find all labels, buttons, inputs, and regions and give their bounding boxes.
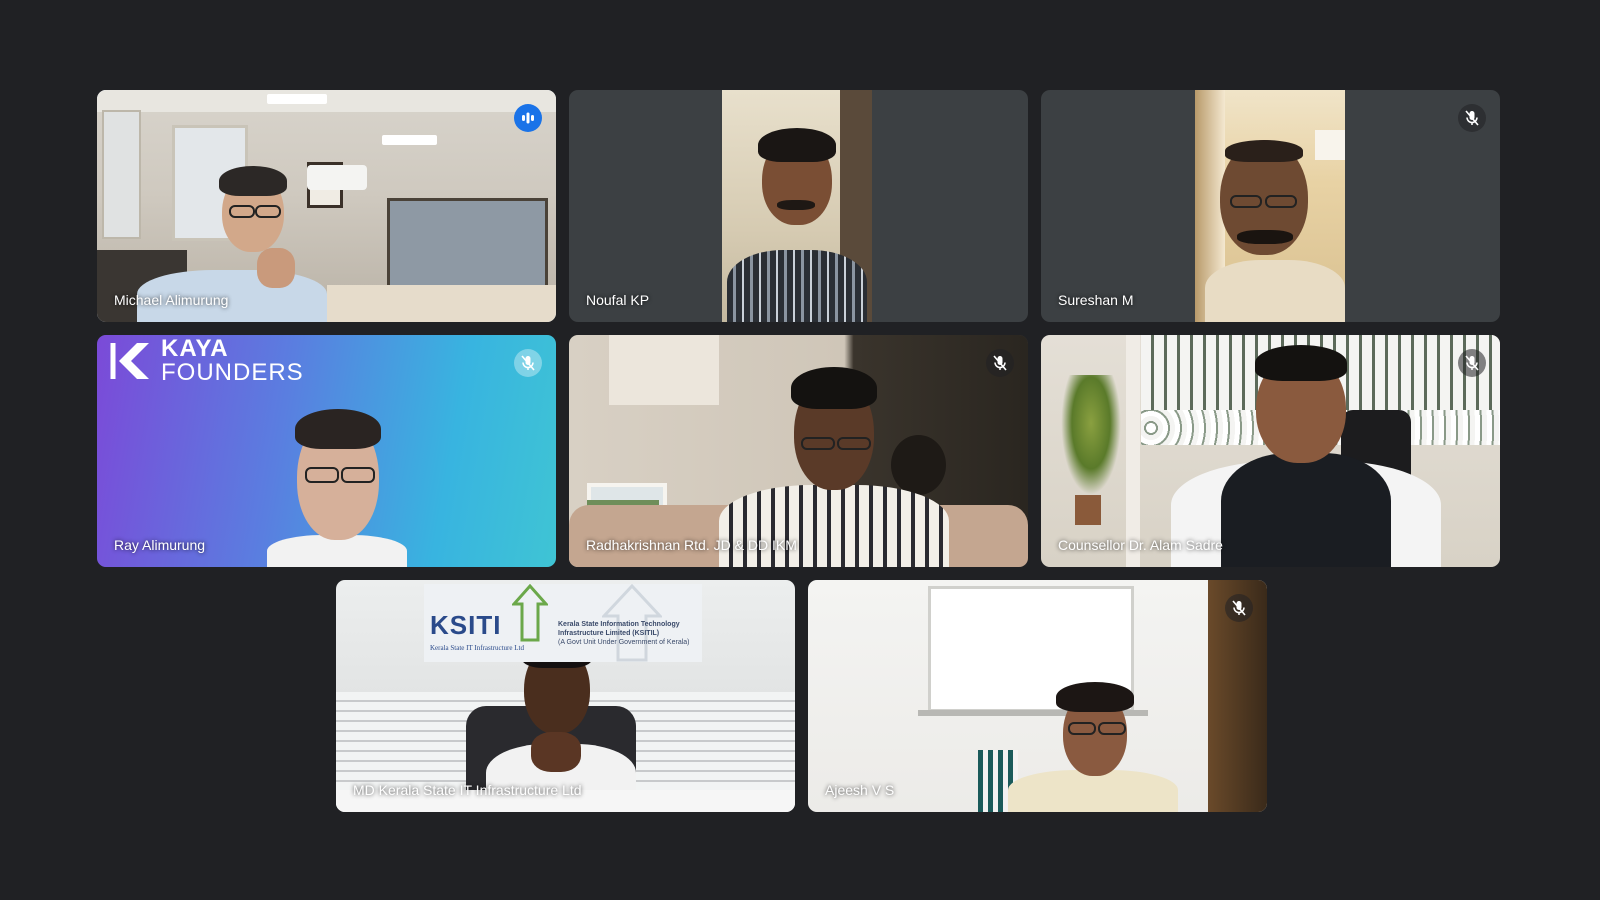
participant-name: Ajeesh V S: [825, 782, 895, 798]
participant-video: [97, 90, 556, 322]
participant-name: Sureshan M: [1058, 292, 1134, 308]
mic-off-icon: [1465, 355, 1479, 371]
participant-video: [1195, 90, 1345, 322]
participant-name: Counsellor Dr. Alam Sadre: [1058, 537, 1223, 553]
mute-indicator: [1458, 104, 1486, 132]
audio-wave-icon: [522, 112, 534, 124]
speaking-indicator: [514, 104, 542, 132]
participant-tile-ray-alimurung[interactable]: KAYA FOUNDERS Ray Alimurung: [97, 335, 556, 567]
mute-indicator: [986, 349, 1014, 377]
participant-video: KSITI Kerala State IT Infrastructure Ltd…: [336, 580, 795, 812]
participant-video: [569, 335, 1028, 567]
mic-off-icon: [1232, 600, 1246, 616]
participant-name: MD Kerala State IT Infrastructure Ltd: [353, 782, 582, 798]
participant-tile-radhakrishnan[interactable]: Radhakrishnan Rtd. JD & DD IKM: [569, 335, 1028, 567]
participant-tile-ajeesh-v-s[interactable]: Ajeesh V S: [808, 580, 1267, 812]
mute-indicator: [514, 349, 542, 377]
mute-indicator: [1225, 594, 1253, 622]
mic-off-icon: [993, 355, 1007, 371]
mic-off-icon: [1465, 110, 1479, 126]
participant-name: Michael Alimurung: [114, 292, 229, 308]
participant-tile-sureshan-m[interactable]: Sureshan M: [1041, 90, 1500, 322]
participant-name: Noufal KP: [586, 292, 650, 308]
participant-tile-michael-alimurung[interactable]: Michael Alimurung: [97, 90, 556, 322]
ksitil-sign: KSITI Kerala State IT Infrastructure Ltd…: [424, 584, 702, 662]
participant-video: KAYA FOUNDERS: [97, 335, 556, 567]
participant-video: [1041, 335, 1500, 567]
ksitil-arrow-logo-icon: [512, 584, 548, 642]
meeting-video-grid: Michael Alimurung Noufal KP Sureshan M K…: [0, 0, 1600, 900]
participant-tile-alam-sadre[interactable]: Counsellor Dr. Alam Sadre: [1041, 335, 1500, 567]
kaya-founders-logo: KAYA FOUNDERS: [109, 337, 304, 385]
mute-indicator: [1458, 349, 1486, 377]
participant-video: [808, 580, 1267, 812]
participant-video: [722, 90, 872, 322]
participant-tile-md-ksitil[interactable]: KSITI Kerala State IT Infrastructure Ltd…: [336, 580, 795, 812]
participant-tile-noufal-kp[interactable]: Noufal KP: [569, 90, 1028, 322]
participant-name: Radhakrishnan Rtd. JD & DD IKM: [586, 537, 797, 553]
participant-name: Ray Alimurung: [114, 537, 206, 553]
kaya-logo-icon: [110, 343, 149, 379]
mic-off-icon: [521, 355, 535, 371]
